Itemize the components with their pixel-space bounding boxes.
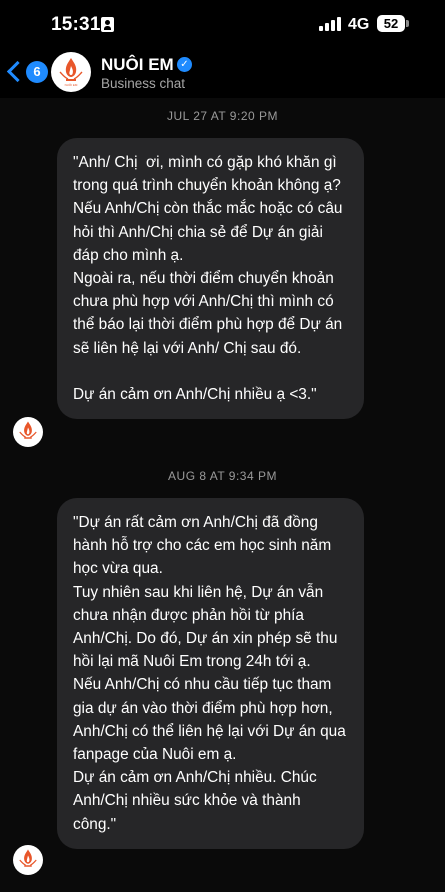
status-time: 15:31 bbox=[51, 14, 101, 35]
status-bar: 15:31 4G 52 bbox=[0, 0, 445, 48]
message-timestamp: JUL 27 AT 9:20 PM bbox=[167, 109, 278, 123]
sender-avatar[interactable] bbox=[13, 417, 43, 447]
battery-icon: 52 bbox=[377, 15, 409, 32]
candle-flame-logo bbox=[19, 421, 37, 439]
sender-avatar[interactable] bbox=[13, 845, 43, 875]
chat-title[interactable]: NUÔI EM bbox=[101, 55, 174, 75]
unread-count-badge: 6 bbox=[26, 61, 48, 83]
svg-text:NUÔI EM: NUÔI EM bbox=[65, 82, 78, 87]
chat-header: 6 NUÔI EM NUÔI EM ✓ Business chat bbox=[0, 48, 445, 98]
message-timestamp: AUG 8 AT 9:34 PM bbox=[168, 469, 277, 483]
candle-flame-logo: NUÔI EM bbox=[59, 58, 83, 87]
focus-person-icon bbox=[101, 17, 114, 32]
back-button[interactable]: 6 bbox=[6, 60, 48, 84]
business-avatar[interactable]: NUÔI EM bbox=[51, 52, 91, 92]
verified-badge-icon: ✓ bbox=[177, 57, 192, 72]
chevron-left-icon bbox=[6, 60, 29, 83]
message-bubble[interactable]: "Anh/ Chị ơi, mình có gặp khó khăn gì tr… bbox=[57, 138, 364, 420]
message-bubble[interactable]: "Dự án rất cảm ơn Anh/Chị đã đồng hành h… bbox=[57, 498, 364, 849]
network-type: 4G bbox=[348, 16, 370, 33]
signal-icon bbox=[319, 17, 341, 31]
chat-subtitle: Business chat bbox=[101, 76, 186, 91]
candle-flame-logo bbox=[19, 849, 37, 867]
